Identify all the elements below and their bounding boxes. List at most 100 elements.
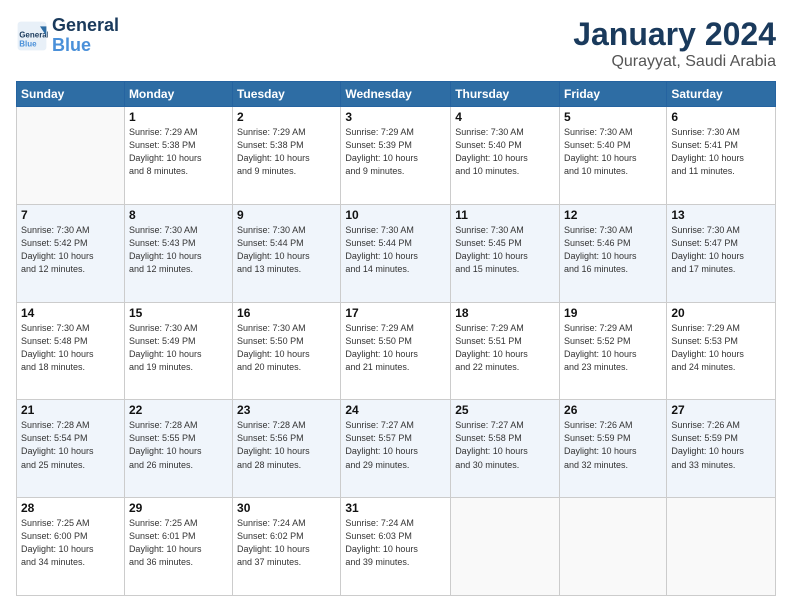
day-info: Sunrise: 7:30 AMSunset: 5:44 PMDaylight:… <box>237 224 336 276</box>
day-cell: 10 Sunrise: 7:30 AMSunset: 5:44 PMDayligh… <box>341 204 451 302</box>
day-info: Sunrise: 7:29 AMSunset: 5:52 PMDaylight:… <box>564 322 662 374</box>
header-monday: Monday <box>124 82 232 107</box>
day-cell: 5 Sunrise: 7:30 AMSunset: 5:40 PMDaylight… <box>560 107 667 205</box>
day-cell: 1Sunrise: 7:29 AMSunset: 5:38 PMDaylight… <box>124 107 232 205</box>
day-cell: 27 Sunrise: 7:26 AMSunset: 5:59 PMDayligh… <box>667 400 776 498</box>
calendar-body: 1Sunrise: 7:29 AMSunset: 5:38 PMDaylight… <box>17 107 776 596</box>
day-number: 31 <box>345 501 446 515</box>
header-friday: Friday <box>560 82 667 107</box>
day-cell: 22 Sunrise: 7:28 AMSunset: 5:55 PMDayligh… <box>124 400 232 498</box>
day-info: Sunrise: 7:29 AMSunset: 5:38 PMDaylight:… <box>129 126 228 178</box>
calendar-table: SundayMondayTuesdayWednesdayThursdayFrid… <box>16 81 776 596</box>
calendar-header: SundayMondayTuesdayWednesdayThursdayFrid… <box>17 82 776 107</box>
day-number: 29 <box>129 501 228 515</box>
svg-text:General: General <box>19 30 48 39</box>
day-number: 5 <box>564 110 662 124</box>
day-info: Sunrise: 7:26 AMSunset: 5:59 PMDaylight:… <box>671 419 771 471</box>
day-info: Sunrise: 7:27 AMSunset: 5:57 PMDaylight:… <box>345 419 446 471</box>
day-cell <box>17 107 125 205</box>
day-info: Sunrise: 7:30 AMSunset: 5:40 PMDaylight:… <box>455 126 555 178</box>
day-number: 13 <box>671 208 771 222</box>
day-cell: 11 Sunrise: 7:30 AMSunset: 5:45 PMDayligh… <box>451 204 560 302</box>
day-number: 18 <box>455 306 555 320</box>
day-cell: 7Sunrise: 7:30 AMSunset: 5:42 PMDaylight… <box>17 204 125 302</box>
day-info: Sunrise: 7:30 AMSunset: 5:49 PMDaylight:… <box>129 322 228 374</box>
day-number: 8 <box>129 208 228 222</box>
day-cell: 29 Sunrise: 7:25 AMSunset: 6:01 PMDayligh… <box>124 498 232 596</box>
day-number: 22 <box>129 403 228 417</box>
week-row-4: 28Sunrise: 7:25 AMSunset: 6:00 PMDayligh… <box>17 498 776 596</box>
day-number: 23 <box>237 403 336 417</box>
header-sunday: Sunday <box>17 82 125 107</box>
day-cell: 4Sunrise: 7:30 AMSunset: 5:40 PMDaylight… <box>451 107 560 205</box>
day-info: Sunrise: 7:24 AMSunset: 6:02 PMDaylight:… <box>237 517 336 569</box>
day-number: 16 <box>237 306 336 320</box>
header-row: SundayMondayTuesdayWednesdayThursdayFrid… <box>17 82 776 107</box>
day-number: 17 <box>345 306 446 320</box>
day-info: Sunrise: 7:30 AMSunset: 5:48 PMDaylight:… <box>21 322 120 374</box>
day-number: 20 <box>671 306 771 320</box>
day-number: 9 <box>237 208 336 222</box>
day-cell: 25Sunrise: 7:27 AMSunset: 5:58 PMDayligh… <box>451 400 560 498</box>
day-cell: 12Sunrise: 7:30 AMSunset: 5:46 PMDayligh… <box>560 204 667 302</box>
day-info: Sunrise: 7:30 AMSunset: 5:45 PMDaylight:… <box>455 224 555 276</box>
day-cell: 28Sunrise: 7:25 AMSunset: 6:00 PMDayligh… <box>17 498 125 596</box>
day-number: 19 <box>564 306 662 320</box>
day-cell: 30 Sunrise: 7:24 AMSunset: 6:02 PMDayligh… <box>233 498 341 596</box>
day-number: 10 <box>345 208 446 222</box>
logo-text: General Blue <box>52 16 119 56</box>
day-cell <box>667 498 776 596</box>
day-cell: 8Sunrise: 7:30 AMSunset: 5:43 PMDaylight… <box>124 204 232 302</box>
day-cell <box>451 498 560 596</box>
logo-line1: General <box>52 16 119 36</box>
header-thursday: Thursday <box>451 82 560 107</box>
week-row-1: 7Sunrise: 7:30 AMSunset: 5:42 PMDaylight… <box>17 204 776 302</box>
page: General Blue General Blue January 2024 Q… <box>0 0 792 612</box>
day-number: 14 <box>21 306 120 320</box>
day-cell: 26Sunrise: 7:26 AMSunset: 5:59 PMDayligh… <box>560 400 667 498</box>
day-cell: 21Sunrise: 7:28 AMSunset: 5:54 PMDayligh… <box>17 400 125 498</box>
day-number: 3 <box>345 110 446 124</box>
day-info: Sunrise: 7:27 AMSunset: 5:58 PMDaylight:… <box>455 419 555 471</box>
day-number: 21 <box>21 403 120 417</box>
header: General Blue General Blue January 2024 Q… <box>16 16 776 71</box>
title-block: January 2024 Qurayyat, Saudi Arabia <box>573 16 776 71</box>
logo: General Blue General Blue <box>16 16 119 56</box>
day-info: Sunrise: 7:30 AMSunset: 5:47 PMDaylight:… <box>671 224 771 276</box>
day-number: 30 <box>237 501 336 515</box>
day-cell: 31 Sunrise: 7:24 AMSunset: 6:03 PMDayligh… <box>341 498 451 596</box>
day-info: Sunrise: 7:29 AMSunset: 5:53 PMDaylight:… <box>671 322 771 374</box>
day-info: Sunrise: 7:29 AMSunset: 5:38 PMDaylight:… <box>237 126 336 178</box>
day-info: Sunrise: 7:30 AMSunset: 5:46 PMDaylight:… <box>564 224 662 276</box>
day-cell <box>560 498 667 596</box>
day-cell: 6Sunrise: 7:30 AMSunset: 5:41 PMDaylight… <box>667 107 776 205</box>
logo-line2: Blue <box>52 36 119 56</box>
day-info: Sunrise: 7:30 AMSunset: 5:40 PMDaylight:… <box>564 126 662 178</box>
svg-text:Blue: Blue <box>19 39 37 48</box>
week-row-2: 14 Sunrise: 7:30 AMSunset: 5:48 PMDayligh… <box>17 302 776 400</box>
day-number: 27 <box>671 403 771 417</box>
day-number: 11 <box>455 208 555 222</box>
month-title: January 2024 <box>573 16 776 53</box>
week-row-3: 21Sunrise: 7:28 AMSunset: 5:54 PMDayligh… <box>17 400 776 498</box>
day-cell: 19 Sunrise: 7:29 AMSunset: 5:52 PMDayligh… <box>560 302 667 400</box>
day-info: Sunrise: 7:24 AMSunset: 6:03 PMDaylight:… <box>345 517 446 569</box>
day-cell: 23Sunrise: 7:28 AMSunset: 5:56 PMDayligh… <box>233 400 341 498</box>
day-info: Sunrise: 7:28 AMSunset: 5:55 PMDaylight:… <box>129 419 228 471</box>
day-number: 28 <box>21 501 120 515</box>
header-tuesday: Tuesday <box>233 82 341 107</box>
day-info: Sunrise: 7:30 AMSunset: 5:42 PMDaylight:… <box>21 224 120 276</box>
day-info: Sunrise: 7:25 AMSunset: 6:01 PMDaylight:… <box>129 517 228 569</box>
day-info: Sunrise: 7:29 AMSunset: 5:39 PMDaylight:… <box>345 126 446 178</box>
day-cell: 3 Sunrise: 7:29 AMSunset: 5:39 PMDaylight… <box>341 107 451 205</box>
day-number: 15 <box>129 306 228 320</box>
day-info: Sunrise: 7:30 AMSunset: 5:44 PMDaylight:… <box>345 224 446 276</box>
header-wednesday: Wednesday <box>341 82 451 107</box>
day-number: 24 <box>345 403 446 417</box>
day-cell: 13 Sunrise: 7:30 AMSunset: 5:47 PMDayligh… <box>667 204 776 302</box>
day-cell: 9 Sunrise: 7:30 AMSunset: 5:44 PMDaylight… <box>233 204 341 302</box>
day-cell: 17Sunrise: 7:29 AMSunset: 5:50 PMDayligh… <box>341 302 451 400</box>
day-cell: 2Sunrise: 7:29 AMSunset: 5:38 PMDaylight… <box>233 107 341 205</box>
header-saturday: Saturday <box>667 82 776 107</box>
day-cell: 24 Sunrise: 7:27 AMSunset: 5:57 PMDayligh… <box>341 400 451 498</box>
